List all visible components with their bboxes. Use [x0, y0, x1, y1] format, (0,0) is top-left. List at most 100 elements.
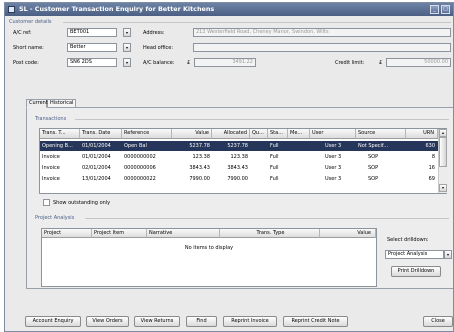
cell-source: SOP [368, 154, 379, 160]
column-header-value[interactable]: Value [172, 129, 212, 139]
ac-ref-dropdown-button[interactable]: ▾ [123, 28, 131, 37]
credit-limit-field: 50000.00 [386, 58, 451, 67]
short-name-dropdown-button[interactable]: ▾ [123, 43, 131, 52]
table-row[interactable]: Invoice 13/01/2004 0000000022 7990.00 79… [40, 174, 438, 184]
window-title: SL - Customer Transaction Enquiry for Be… [19, 5, 215, 13]
cell-user: User 3 [325, 154, 342, 160]
head-office-label: Head office: [143, 45, 174, 51]
column-header-source[interactable]: Source [356, 129, 406, 139]
cell-allocated: 3843.43 [227, 165, 248, 171]
head-office-field [193, 43, 451, 52]
cell-trans-type: Opening B... [42, 143, 73, 149]
table-row[interactable]: Invoice 02/01/2004 0000000006 3843.43 38… [40, 163, 438, 173]
empty-message: No items to display [184, 245, 234, 251]
show-outstanding-checkbox[interactable] [43, 199, 50, 206]
view-orders-button[interactable]: View Orders [86, 316, 129, 327]
column-header-trans-type[interactable]: Trans. T... [40, 129, 80, 139]
cell-trans-type: Invoice [42, 154, 60, 160]
cell-status: Full [270, 176, 279, 182]
scroll-up-button[interactable]: ▴ [439, 129, 447, 137]
transactions-grid[interactable]: Trans. T... Trans. Date Reference Value … [39, 128, 447, 194]
account-enquiry-button[interactable]: Account Enquiry [25, 316, 81, 327]
cell-reference: Open Bal [124, 143, 147, 149]
cell-trans-type: Invoice [42, 176, 60, 182]
divider [63, 22, 451, 23]
close-button[interactable]: Close [423, 316, 453, 327]
address-field: 212 Westerfield Road, Cheney Manor, Swin… [193, 28, 451, 37]
cell-urn: 69 [428, 176, 435, 182]
ac-balance-field: 3491.22 [194, 58, 256, 67]
drilldown-select[interactable]: Project Analysis [385, 250, 444, 259]
transactions-scrollbar[interactable]: ▴ ▾ [438, 129, 447, 193]
drilldown-dropdown-button[interactable]: ▾ [444, 250, 452, 259]
column-header-status[interactable]: Sta... [268, 129, 288, 139]
short-name-label: Short name: [13, 45, 44, 51]
reprint-credit-note-button[interactable]: Reprint Credit Note [283, 316, 348, 327]
column-header-user[interactable]: User [310, 129, 356, 139]
title-bar[interactable]: SL - Customer Transaction Enquiry for Be… [5, 3, 453, 16]
find-button[interactable]: Find [186, 316, 217, 327]
column-header-query[interactable]: Qu... [250, 129, 268, 139]
cell-user: User 3 [325, 143, 342, 149]
cell-source: Not Specif... [358, 143, 389, 149]
customer-details-header: Customer details [9, 19, 52, 25]
minimize-button[interactable]: _ [430, 5, 439, 14]
scroll-down-button[interactable]: ▾ [439, 184, 447, 192]
column-header-value[interactable]: Value [320, 229, 376, 238]
drilldown-label: Select drilldown: [387, 237, 429, 243]
cell-value: 7990.00 [189, 176, 210, 182]
cell-user: User 3 [325, 165, 342, 171]
cell-trans-date: 01/01/2004 [82, 143, 111, 149]
column-header-memo[interactable]: Me... [288, 129, 310, 139]
post-code-dropdown-button[interactable]: ▾ [123, 58, 131, 67]
project-analysis-header: Project Analysis [35, 215, 75, 221]
column-header-urn[interactable]: URN [406, 129, 438, 139]
cell-status: Full [270, 154, 279, 160]
cell-trans-type: Invoice [42, 165, 60, 171]
column-header-allocated[interactable]: Allocated [212, 129, 250, 139]
cell-value: 3843.43 [189, 165, 210, 171]
column-header-trans-type[interactable]: Trans. Type [220, 229, 320, 238]
enquiry-window: SL - Customer Transaction Enquiry for Be… [4, 2, 454, 332]
column-header-reference[interactable]: Reference [122, 129, 172, 139]
scroll-thumb[interactable] [439, 137, 447, 167]
cell-trans-date: 02/01/2004 [82, 165, 111, 171]
print-drilldown-button[interactable]: Print Drilldown [391, 266, 441, 277]
column-header-trans-date[interactable]: Trans. Date [80, 129, 122, 139]
app-icon [8, 6, 15, 13]
table-row[interactable]: Opening B... 01/01/2004 Open Bal 5237.78… [40, 141, 438, 151]
cell-status: Full [270, 143, 279, 149]
short-name-field[interactable]: Better [67, 43, 117, 52]
table-row[interactable]: Invoice 01/01/2004 0000000002 123.38 123… [40, 152, 438, 162]
maximize-button[interactable]: □ [441, 5, 450, 14]
column-header-project[interactable]: Project [42, 229, 92, 238]
ac-ref-label: A/C ref: [13, 30, 32, 36]
cell-value: 5237.78 [189, 143, 210, 149]
column-header-project-item[interactable]: Project Item [92, 229, 147, 238]
cell-urn: 630 [425, 143, 435, 149]
project-analysis-grid[interactable]: Project Project Item Narrative Trans. Ty… [41, 228, 377, 287]
reprint-invoice-button[interactable]: Reprint Invoice [223, 316, 277, 327]
cell-reference: 0000000006 [124, 165, 156, 171]
cell-value: 123.38 [192, 154, 211, 160]
ac-ref-field[interactable]: BET001 [67, 28, 117, 37]
cell-trans-date: 13/01/2004 [82, 176, 111, 182]
show-outstanding-label[interactable]: Show outstanding only [53, 200, 110, 206]
cell-source: SOP [368, 165, 379, 171]
cell-urn: 8 [431, 154, 435, 160]
cell-allocated: 7990.00 [227, 176, 248, 182]
tab-current[interactable]: Current [26, 99, 48, 108]
credit-currency-symbol: £ [379, 60, 383, 66]
divider [85, 218, 449, 219]
post-code-field[interactable]: SN6 2DS [67, 58, 117, 67]
view-returns-button[interactable]: View Returns [134, 316, 180, 327]
post-code-label: Post code: [13, 60, 39, 66]
cell-trans-date: 01/01/2004 [82, 154, 111, 160]
transactions-header: Transactions [35, 116, 67, 122]
column-header-narrative[interactable]: Narrative [147, 229, 220, 238]
cell-allocated: 5237.78 [227, 143, 248, 149]
cell-allocated: 123.38 [230, 154, 249, 160]
credit-limit-label: Credit limit: [335, 60, 365, 66]
ac-balance-label: A/C balance: [143, 60, 175, 66]
cell-source: SOP [368, 176, 379, 182]
